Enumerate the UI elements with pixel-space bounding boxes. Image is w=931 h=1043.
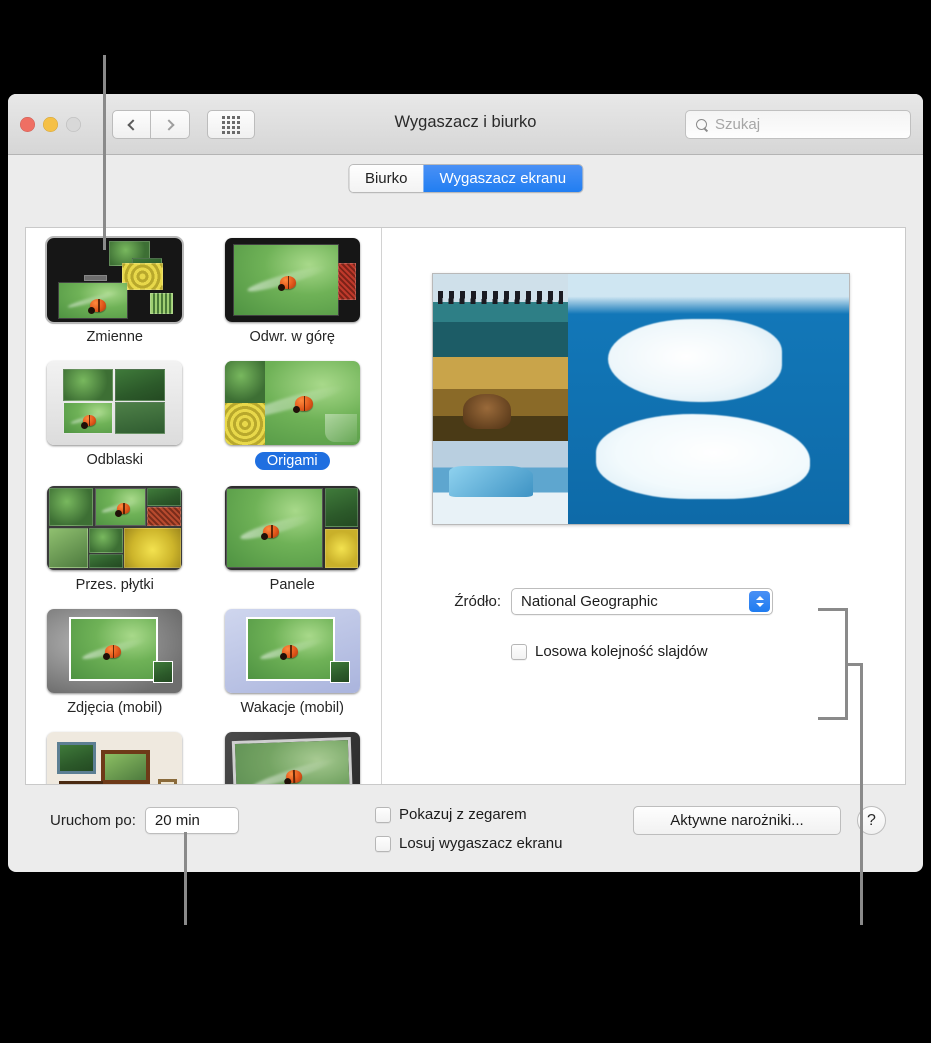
screensaver-thumbnail-odwr-w-gore[interactable] — [225, 238, 360, 322]
screensaver-thumbnail-wakacje-mobil[interactable] — [225, 609, 360, 693]
start-after-dropdown[interactable]: 20 min — [145, 807, 239, 834]
help-icon: ? — [867, 812, 876, 830]
tab-biurko[interactable]: Biurko — [349, 165, 424, 192]
tab-wygaszacz-ekranu-label: Wygaszacz ekranu — [439, 170, 566, 187]
list-item[interactable]: Origami — [204, 361, 382, 470]
source-dropdown-value: National Geographic — [521, 593, 658, 610]
random-saver-label: Losuj wygaszacz ekranu — [399, 835, 562, 852]
chevron-updown-icon[interactable] — [200, 812, 216, 829]
screensaver-thumbnail-zdjecia-mobil[interactable] — [47, 609, 182, 693]
callout-line-start-after — [184, 832, 187, 925]
list-item-label: Odwr. w górę — [250, 329, 335, 345]
callout-line-screensaver-list — [103, 55, 106, 250]
screensaver-thumbnail-przes-plytki[interactable] — [47, 486, 182, 570]
list-item-label: Odblaski — [87, 452, 143, 468]
preview-penguins-photo — [433, 274, 568, 357]
screensaver-thumbnail-origami[interactable] — [225, 361, 360, 445]
show-clock-row: Pokazuj z zegarem — [375, 806, 562, 823]
search-icon — [696, 119, 708, 131]
list-item-label: Panele — [270, 577, 315, 593]
screensaver-thumbnail-panele[interactable] — [225, 486, 360, 570]
preview-iceberg-photo — [433, 441, 568, 524]
show-clock-checkbox[interactable] — [375, 807, 391, 823]
tab-bar: Biurko Wygaszacz ekranu — [8, 155, 923, 208]
hot-corners-button[interactable]: Aktywne narożniki... — [633, 806, 841, 835]
source-label: Źródło: — [383, 593, 511, 610]
list-item[interactable]: Stare zdiecia — [204, 732, 382, 784]
list-item[interactable]: Wakacje (mobil) — [204, 609, 382, 716]
system-preferences-window: Wygaszacz i biurko Szukaj Biurko Wygasza… — [8, 94, 923, 872]
show-clock-label: Pokazuj z zegarem — [399, 806, 527, 823]
screensaver-thumbnail-stare-zdiecia[interactable] — [225, 732, 360, 784]
hot-corners-label: Aktywne narożniki... — [670, 812, 803, 829]
screensaver-thumbnail-odblaski[interactable] — [47, 361, 182, 445]
source-dropdown[interactable]: National Geographic — [511, 588, 773, 615]
list-item[interactable]: Odwr. w górę — [204, 238, 382, 345]
list-item[interactable]: Zdjęcia (mobil) — [26, 609, 204, 716]
list-item[interactable]: Przes. płytki — [26, 486, 204, 593]
preview-polar-bears-photo — [568, 274, 849, 524]
start-after-row: Uruchom po: 20 min — [50, 807, 239, 834]
list-item-label: Przes. płytki — [76, 577, 154, 593]
list-item-label: Zmienne — [87, 329, 143, 345]
screensaver-grid: Zmienne Odwr. w górę — [26, 228, 381, 784]
chevron-updown-icon[interactable] — [749, 591, 770, 612]
window-titlebar: Wygaszacz i biurko Szukaj — [8, 94, 923, 155]
list-item[interactable]: Wystawa zdieć — [26, 732, 204, 784]
search-placeholder: Szukaj — [715, 116, 760, 133]
start-after-value: 20 min — [155, 812, 200, 829]
list-item-label: Zdjęcia (mobil) — [67, 700, 162, 716]
random-saver-row: Losuj wygaszacz ekranu — [375, 835, 562, 852]
callout-bracket-top — [818, 608, 848, 611]
callout-bracket-bottom — [818, 717, 848, 720]
preview-pane: Źródło: National Geographic Losowa kolej… — [383, 228, 905, 784]
callout-line-options — [860, 663, 863, 925]
tab-wygaszacz-ekranu[interactable]: Wygaszacz ekranu — [423, 165, 582, 192]
list-item[interactable]: Odblaski — [26, 361, 204, 470]
preview-left-column — [433, 274, 568, 524]
list-item[interactable]: Panele — [204, 486, 382, 593]
screensaver-list[interactable]: Zmienne Odwr. w górę — [26, 228, 382, 784]
random-order-label: Losowa kolejność slajdów — [535, 643, 708, 660]
preview-lion-photo — [433, 357, 568, 440]
list-item-label: Wakacje (mobil) — [241, 700, 344, 716]
search-input[interactable]: Szukaj — [685, 110, 911, 139]
screensaver-thumbnail-wystawa-zdiec[interactable] — [47, 732, 182, 784]
bottom-checkbox-group: Pokazuj z zegarem Losuj wygaszacz ekranu — [375, 806, 562, 864]
random-saver-checkbox[interactable] — [375, 836, 391, 852]
list-item-label: Origami — [255, 452, 330, 470]
random-order-row: Losowa kolejność slajdów — [383, 643, 905, 660]
random-order-checkbox[interactable] — [511, 644, 527, 660]
screensaver-thumbnail-zmienne[interactable] — [47, 238, 182, 322]
screensaver-preview-image — [432, 273, 850, 525]
segmented-control: Biurko Wygaszacz ekranu — [348, 164, 583, 193]
screenshot-canvas: Wygaszacz i biurko Szukaj Biurko Wygasza… — [0, 0, 931, 1043]
bottom-bar: Uruchom po: 20 min Pokazuj z zegarem Los… — [8, 797, 923, 872]
content-panel: Zmienne Odwr. w górę — [25, 227, 906, 785]
start-after-label: Uruchom po: — [50, 812, 136, 829]
list-item[interactable]: Zmienne — [26, 238, 204, 345]
tab-biurko-label: Biurko — [365, 170, 408, 187]
